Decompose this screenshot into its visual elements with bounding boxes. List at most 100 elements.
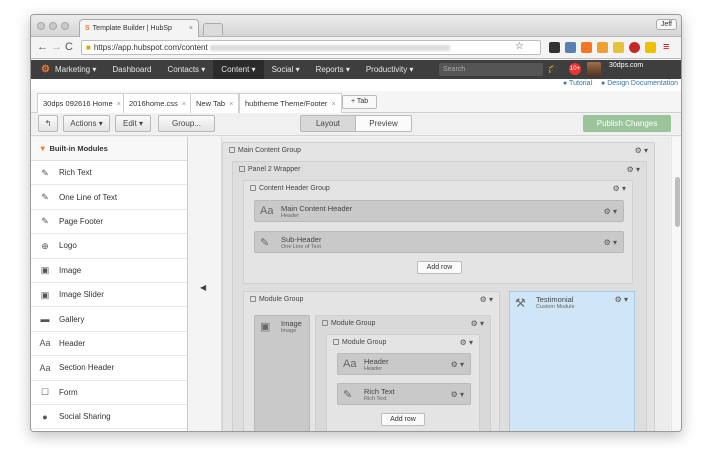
module-title: Testimonial xyxy=(536,295,574,304)
module-group[interactable]: Module Group ⚙ ▾ ▣ Image Image Module Gr… xyxy=(243,291,500,431)
main-content-header-module[interactable]: Aa Main Content Header Header ⚙ ▾ xyxy=(254,200,624,222)
nav-contacts[interactable]: Contacts ▾ xyxy=(159,60,213,79)
file-tab[interactable]: hubtheme Theme/Footer × xyxy=(239,93,342,113)
file-tab[interactable]: 2016home.css × xyxy=(123,93,193,113)
module-type: One Line of Text xyxy=(281,244,321,250)
gear-icon[interactable]: ⚙ ▾ xyxy=(604,207,617,216)
add-tab-button[interactable]: + Tab xyxy=(342,95,378,109)
sidebar-item-image[interactable]: ▣ Image xyxy=(31,259,187,283)
menu-icon[interactable]: ≡ xyxy=(663,41,669,53)
portal-name[interactable]: 30dps.com xyxy=(609,62,643,69)
extension-icon[interactable] xyxy=(581,42,592,53)
sidebar-item-header[interactable]: Aa Header xyxy=(31,332,187,357)
image-module[interactable]: ▣ Image Image xyxy=(254,315,310,431)
sidebar-item-section-header[interactable]: Aa Section Header xyxy=(31,356,187,381)
gear-icon[interactable]: ⚙ ▾ xyxy=(451,390,464,399)
profile-button[interactable]: Jeff xyxy=(655,19,677,30)
nav-reports[interactable]: Reports ▾ xyxy=(308,60,358,79)
academy-hat-icon[interactable]: 🎓 xyxy=(547,63,559,74)
hubspot-favicon-icon: S xyxy=(85,25,90,32)
close-window-button[interactable] xyxy=(37,22,45,30)
extension-icon[interactable] xyxy=(645,42,656,53)
add-row-button[interactable]: Add row xyxy=(381,413,425,426)
new-tab-button[interactable] xyxy=(203,23,223,35)
url-input[interactable]: ■ https://app.hubspot.com/content xyxy=(81,40,541,55)
module-group-3[interactable]: Module Group ⚙ ▾ Aa Header Header ⚙ ▾ ✎ … xyxy=(326,334,480,431)
nav-content[interactable]: Content ▾ xyxy=(213,60,264,79)
nav-marketing[interactable]: Marketing ▾ xyxy=(53,60,104,79)
nav-dashboard[interactable]: Dashboard xyxy=(104,60,159,79)
testimonial-module[interactable]: ⚒ Testimonial Custom Module ⚙ ▾ xyxy=(509,291,635,431)
gear-icon[interactable]: ⚙ ▾ xyxy=(471,319,484,328)
sidebar-item-rich-text[interactable]: ✎ Rich Text xyxy=(31,161,187,186)
canvas-scrollbar[interactable] xyxy=(671,137,681,431)
gear-icon[interactable]: ⚙ ▾ xyxy=(480,295,493,304)
gear-icon[interactable]: ⚙ ▾ xyxy=(635,146,648,155)
close-tab-icon[interactable]: × xyxy=(189,25,193,32)
panel-wrapper-group[interactable]: Panel 2 Wrapper ⚙ ▾ Content Header Group… xyxy=(232,161,647,431)
layout-tab[interactable]: Layout xyxy=(300,115,356,132)
scrollbar-thumb[interactable] xyxy=(675,177,680,227)
zoom-window-button[interactable] xyxy=(61,22,69,30)
rich-text-module[interactable]: ✎ Rich Text Rich Text ⚙ ▾ xyxy=(337,383,471,405)
publish-changes-button[interactable]: Publish Changes xyxy=(583,115,671,132)
gear-icon[interactable]: ⚙ ▾ xyxy=(451,360,464,369)
gear-icon[interactable]: ⚙ ▾ xyxy=(615,295,628,304)
gear-icon[interactable]: ⚙ ▾ xyxy=(613,184,626,193)
sidebar-collapse-handle[interactable]: ◀ xyxy=(188,137,222,431)
preview-tab[interactable]: Preview xyxy=(355,115,412,132)
undo-button[interactable]: ↰ xyxy=(38,115,58,132)
nav-productivity[interactable]: Productivity ▾ xyxy=(358,60,422,79)
sidebar-item-page-footer[interactable]: ✎ Page Footer xyxy=(31,210,187,235)
browser-tab[interactable]: S Template Builder | HubSp × xyxy=(79,19,199,37)
rss-icon[interactable] xyxy=(597,42,608,53)
bookmark-star-icon[interactable]: ☆ xyxy=(515,41,524,52)
group-button[interactable]: Group... xyxy=(158,115,215,132)
sidebar-item-one-line-text[interactable]: ✎ One Line of Text xyxy=(31,185,187,210)
close-icon[interactable]: × xyxy=(331,99,335,108)
gear-icon[interactable]: ⚙ ▾ xyxy=(627,165,640,174)
gear-icon[interactable]: ⚙ ▾ xyxy=(604,238,617,247)
hubspot-logo-icon[interactable]: ⚙ xyxy=(41,64,50,75)
design-docs-link[interactable]: ● Design Documentation xyxy=(601,80,678,87)
collapse-arrow-icon[interactable]: ◀ xyxy=(200,283,206,292)
minimize-window-button[interactable] xyxy=(49,22,57,30)
pencil-icon: ✎ xyxy=(260,237,270,249)
edit-button[interactable]: Edit ▾ xyxy=(115,115,151,132)
reload-icon[interactable]: C xyxy=(65,41,73,53)
notifications-badge[interactable]: 10+ xyxy=(569,63,581,75)
sidebar-item-image-slider[interactable]: ▣ Image Slider xyxy=(31,283,187,308)
module-group-2[interactable]: Module Group ⚙ ▾ Module Group ⚙ ▾ Aa Hea… xyxy=(315,315,491,431)
tutorial-link[interactable]: ● Tutorial xyxy=(563,80,592,87)
gear-icon[interactable]: ⚙ ▾ xyxy=(460,338,473,347)
forward-arrow-icon[interactable]: → xyxy=(51,41,62,53)
add-row-button[interactable]: Add row xyxy=(417,261,462,274)
search-input[interactable]: Search xyxy=(439,63,543,76)
content-header-group[interactable]: Content Header Group ⚙ ▾ Aa Main Content… xyxy=(243,180,633,284)
sidebar-item-social-sharing[interactable]: ● Social Sharing xyxy=(31,405,187,430)
module-type: Header xyxy=(364,366,383,372)
file-tab[interactable]: 30dps 092616 Home × xyxy=(37,93,128,113)
sub-header-module[interactable]: ✎ Sub-Header One Line of Text ⚙ ▾ xyxy=(254,231,624,253)
extension-icon[interactable] xyxy=(565,42,576,53)
sidebar-item-gallery[interactable]: ▬ Gallery xyxy=(31,307,187,332)
close-icon[interactable]: × xyxy=(229,99,233,108)
file-tab[interactable]: New Tab × xyxy=(190,93,240,113)
header-module[interactable]: Aa Header Header ⚙ ▾ xyxy=(337,353,471,375)
close-icon[interactable]: × xyxy=(182,99,186,108)
sidebar-item-logo[interactable]: ⊕ Logo xyxy=(31,234,187,259)
group-icon xyxy=(250,296,256,302)
extension-icon[interactable] xyxy=(549,42,560,53)
main-content-group[interactable]: Main Content Group ⚙ ▾ Panel 2 Wrapper ⚙… xyxy=(222,142,655,431)
pinterest-icon[interactable] xyxy=(629,42,640,53)
sidebar-header[interactable]: ▼ Built-in Modules xyxy=(31,137,187,161)
avatar[interactable] xyxy=(587,62,601,77)
nav-social[interactable]: Social ▾ xyxy=(264,60,308,79)
module-type: Rich Text xyxy=(364,396,387,402)
extension-icon[interactable] xyxy=(613,42,624,53)
close-icon[interactable]: × xyxy=(117,99,121,108)
back-arrow-icon[interactable]: ← xyxy=(37,41,48,53)
actions-button[interactable]: Actions ▾ xyxy=(63,115,110,132)
sidebar-item-form[interactable]: ☐ Form xyxy=(31,381,187,405)
pencil-icon: ✎ xyxy=(41,192,49,203)
